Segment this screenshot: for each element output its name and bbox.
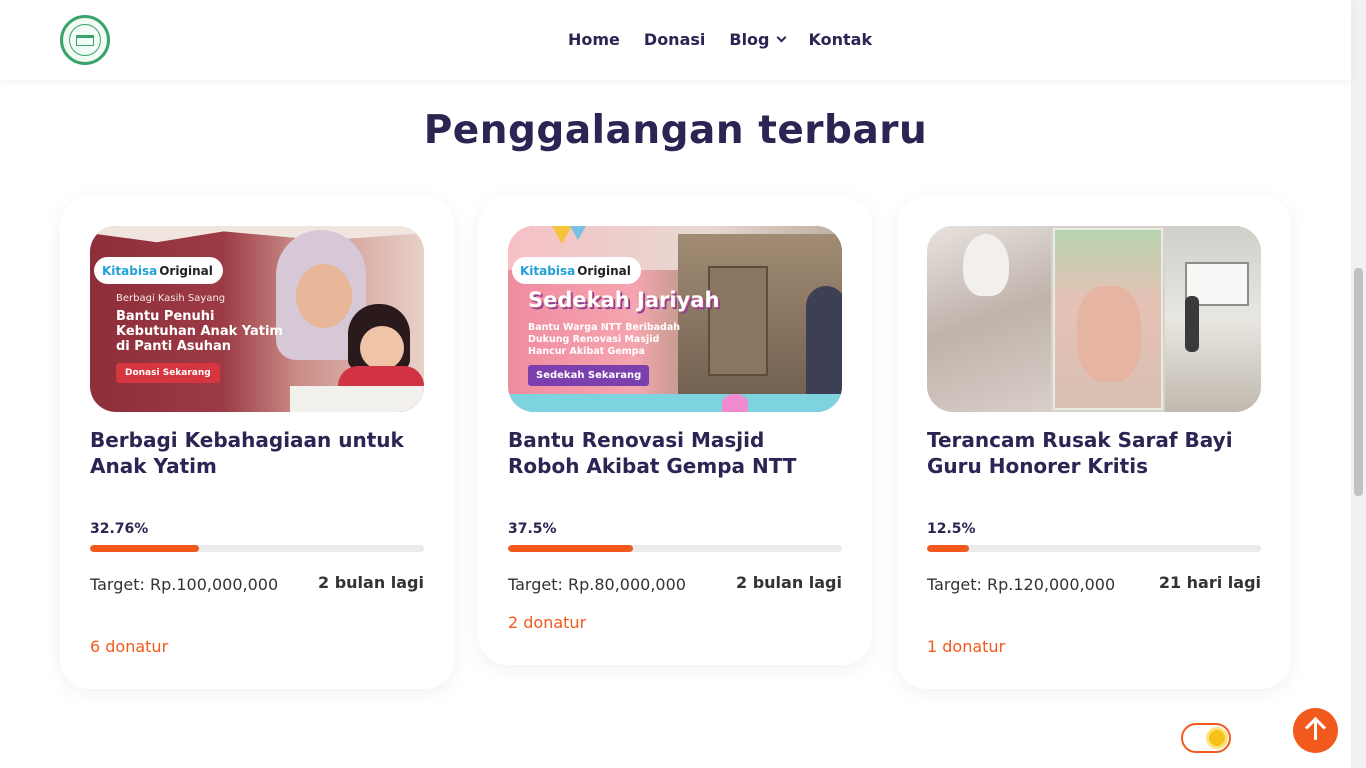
baby-figure xyxy=(1077,286,1141,382)
donor-count: 1 donatur xyxy=(927,637,1006,656)
banner-headline: Bantu Penuhi Kebutuhan Anak Yatim di Pan… xyxy=(116,309,283,354)
child-face xyxy=(296,264,352,328)
section-title: Penggalangan terbaru xyxy=(423,108,928,153)
banner-cta: Donasi Sekarang xyxy=(116,363,220,383)
time-remaining: 2 bulan lagi xyxy=(735,573,842,592)
badge-suffix: Original xyxy=(159,263,213,278)
child-face xyxy=(360,326,404,370)
nurse-figure xyxy=(963,234,1009,296)
navbar: Home Donasi Blog Kontak xyxy=(0,0,1351,80)
badge-brand: Kitabisa xyxy=(520,263,576,278)
theme-toggle[interactable] xyxy=(1181,723,1231,753)
campaign-card[interactable]: Terancam Rusak Saraf Bayi Guru Honorer K… xyxy=(897,196,1291,689)
banner-headline: Sedekah Jariyah xyxy=(528,288,720,312)
time-remaining: 2 bulan lagi xyxy=(317,573,424,592)
progress-fill xyxy=(90,545,200,552)
progress-bar xyxy=(90,545,424,552)
progress-percent: 12.5% xyxy=(927,521,976,537)
progress-fill xyxy=(927,545,969,552)
campaign-image[interactable]: Kitabisa Original Sedekah Jariyah Bantu W… xyxy=(508,226,842,412)
campaign-title[interactable]: Terancam Rusak Saraf Bayi Guru Honorer K… xyxy=(927,427,1261,479)
banner-kicker: Berbagi Kasih Sayang xyxy=(116,293,226,304)
campaign-title[interactable]: Berbagi Kebahagiaan untuk Anak Yatim xyxy=(90,427,424,479)
flower-icon xyxy=(722,394,748,412)
back-to-top-button[interactable] xyxy=(1293,708,1338,753)
progress-percent: 37.5% xyxy=(508,521,557,537)
bunting-flag xyxy=(570,226,586,240)
banner-cta: Sedekah Sekarang xyxy=(528,365,650,386)
brush-stroke xyxy=(90,226,424,243)
site-logo[interactable] xyxy=(60,15,110,65)
nav-blog-label: Blog xyxy=(729,30,770,49)
target-amount: Target: Rp.120,000,000 xyxy=(927,575,1116,594)
progress-fill xyxy=(508,545,634,552)
campaign-image[interactable]: Kitabisa Original Berbagi Kasih Sayang Ba… xyxy=(90,226,424,412)
scrollbar-thumb[interactable] xyxy=(1354,268,1363,496)
donor-count: 2 donatur xyxy=(508,613,587,632)
nav-kontak[interactable]: Kontak xyxy=(809,30,873,49)
progress-percent: 32.76% xyxy=(90,521,149,537)
book xyxy=(290,386,424,412)
progress-bar xyxy=(927,545,1261,552)
campaign-card[interactable]: Kitabisa Original Berbagi Kasih Sayang Ba… xyxy=(60,196,454,689)
progress-bar xyxy=(508,545,842,552)
target-amount: Target: Rp.80,000,000 xyxy=(508,575,686,594)
chevron-down-icon xyxy=(776,32,786,43)
banner-subline: Bantu Warga NTT Beribadah Dukung Renovas… xyxy=(528,322,681,357)
bunting-flag xyxy=(552,226,572,244)
kitabisa-badge: Kitabisa Original xyxy=(512,257,641,284)
target-amount: Target: Rp.100,000,000 xyxy=(90,575,279,594)
campaign-card[interactable]: Kitabisa Original Sedekah Jariyah Bantu W… xyxy=(478,196,872,665)
nav-donasi[interactable]: Donasi xyxy=(644,30,705,49)
campaign-title[interactable]: Bantu Renovasi Masjid Roboh Akibat Gempa… xyxy=(508,427,842,479)
time-remaining: 21 hari lagi xyxy=(1158,573,1261,592)
logo-building xyxy=(76,35,94,46)
teacher-figure xyxy=(1185,296,1199,352)
kitabisa-badge: Kitabisa Original xyxy=(94,257,223,284)
sun-icon xyxy=(1209,730,1225,746)
badge-brand: Kitabisa xyxy=(102,263,158,278)
nav-blog[interactable]: Blog xyxy=(729,30,786,49)
building-door xyxy=(708,266,768,376)
photo-panel xyxy=(1165,226,1261,412)
banner-strip xyxy=(508,394,842,412)
nav-home[interactable]: Home xyxy=(568,30,620,49)
campaign-image[interactable] xyxy=(927,226,1261,412)
donor-count: 6 donatur xyxy=(90,637,169,656)
badge-suffix: Original xyxy=(577,263,631,278)
main-menu: Home Donasi Blog Kontak xyxy=(568,30,872,49)
